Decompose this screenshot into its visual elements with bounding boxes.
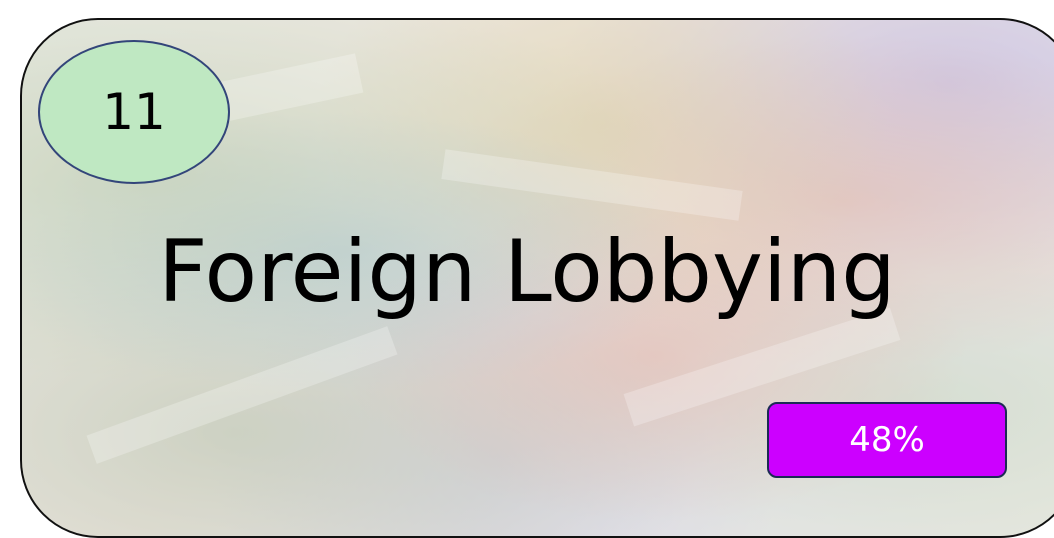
number-badge: 11 [38,40,230,184]
percent-label: 48% [849,420,925,460]
percent-badge[interactable]: 48% [767,402,1007,478]
badge-number: 11 [102,83,166,141]
card-title: Foreign Lobbying [158,222,896,322]
